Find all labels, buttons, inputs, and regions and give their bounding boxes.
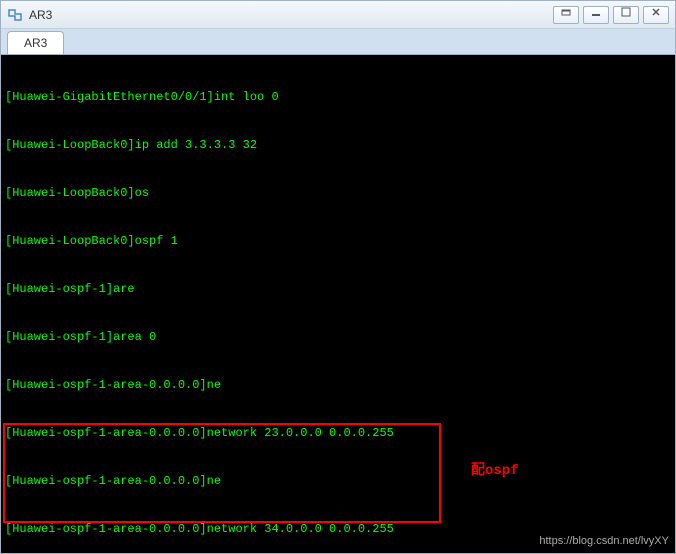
minimize-button[interactable] [583, 6, 609, 24]
terminal-line: [Huawei-ospf-1]area 0 [5, 329, 671, 345]
watermark: https://blog.csdn.net/lvyXY [539, 533, 669, 549]
options-button[interactable] [553, 6, 579, 24]
terminal-line: [Huawei-LoopBack0]ospf 1 [5, 233, 671, 249]
close-button[interactable] [643, 6, 669, 24]
window-controls [553, 6, 669, 24]
terminal-line: [Huawei-LoopBack0]ip add 3.3.3.3 32 [5, 137, 671, 153]
annotation-label: 配ospf [471, 463, 519, 479]
app-icon [7, 7, 23, 23]
terminal[interactable]: [Huawei-GigabitEthernet0/0/1]int loo 0 [… [1, 55, 675, 553]
window-title: AR3 [29, 8, 553, 22]
maximize-button[interactable] [613, 6, 639, 24]
titlebar: AR3 [1, 1, 675, 29]
tab-ar3[interactable]: AR3 [7, 31, 64, 54]
terminal-line: [Huawei-ospf-1-area-0.0.0.0]ne [5, 377, 671, 393]
app-window: AR3 AR3 [Huawei-GigabitEthernet0/0/1]int… [0, 0, 676, 554]
tab-strip: AR3 [1, 29, 675, 55]
terminal-line: [Huawei-LoopBack0]os [5, 185, 671, 201]
terminal-line: [Huawei-ospf-1-area-0.0.0.0]network 23.0… [5, 425, 671, 441]
terminal-line: [Huawei-ospf-1]are [5, 281, 671, 297]
terminal-line: [Huawei-ospf-1-area-0.0.0.0]ne [5, 473, 671, 489]
terminal-line: [Huawei-GigabitEthernet0/0/1]int loo 0 [5, 89, 671, 105]
